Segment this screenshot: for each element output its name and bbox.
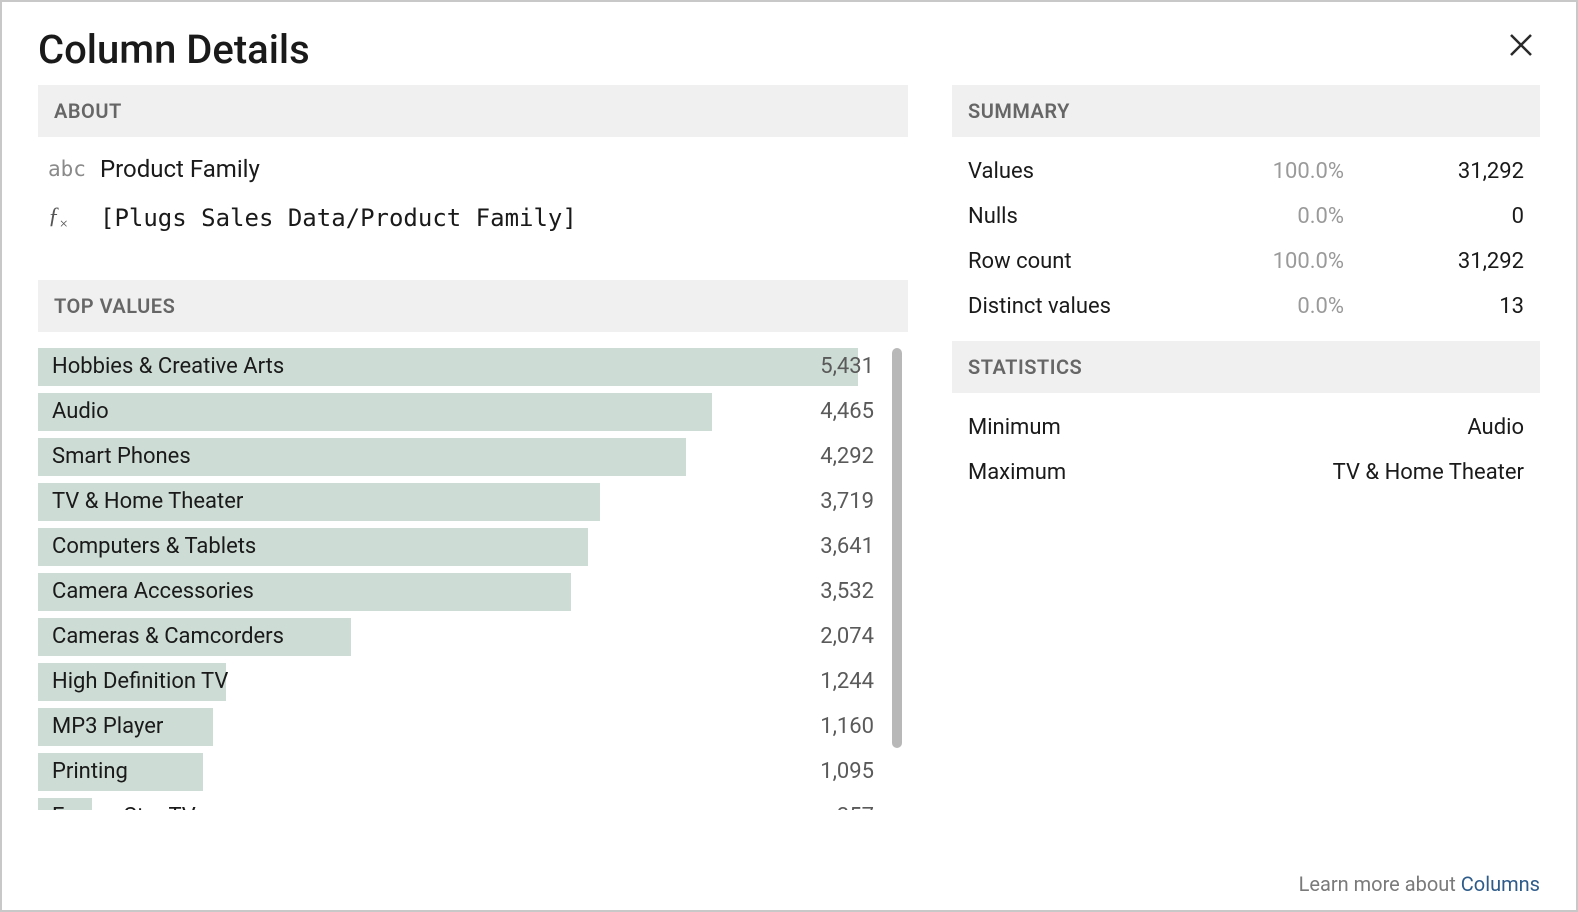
top-values-header: TOP VALUES (38, 280, 908, 332)
summary-percent: 0.0% (1264, 204, 1344, 229)
bar-label: TV & Home Theater (38, 489, 243, 514)
top-value-row[interactable]: Smart Phones 4,292 (38, 438, 908, 476)
top-value-row[interactable]: TV & Home Theater 3,719 (38, 483, 908, 521)
summary-value: 31,292 (1434, 249, 1524, 274)
bar-value: 1,095 (820, 759, 874, 784)
column-formula: [Plugs Sales Data/Product Family] (100, 204, 577, 232)
close-button[interactable] (1502, 26, 1540, 68)
close-icon (1506, 45, 1536, 64)
footer: Learn more about Columns (1299, 872, 1540, 896)
summary-label: Distinct values (968, 294, 1264, 319)
bar-label: Computers & Tablets (38, 534, 256, 559)
bar-value: 3,532 (820, 579, 874, 604)
statistics-header: STATISTICS (952, 341, 1540, 393)
bar-fill (38, 393, 712, 431)
summary-header: SUMMARY (952, 85, 1540, 137)
bar-value: 5,431 (820, 354, 874, 379)
bar-value: 1,160 (820, 714, 874, 739)
summary-percent: 100.0% (1264, 249, 1344, 274)
summary-label: Values (968, 159, 1264, 184)
bar-label: Camera Accessories (38, 579, 254, 604)
bar-value: 4,465 (820, 399, 874, 424)
top-value-row[interactable]: Audio 4,465 (38, 393, 908, 431)
bar-value: 1,244 (820, 669, 874, 694)
page-title: Column Details (38, 26, 310, 73)
bar-value: 2,074 (820, 624, 874, 649)
summary-row: Row count100.0% 31,292 (952, 239, 1540, 284)
bar-label: Energy Star TV (38, 804, 196, 810)
top-value-row[interactable]: Hobbies & Creative Arts 5,431 (38, 348, 908, 386)
stats-row: Maximum TV & Home Theater (952, 450, 1540, 495)
about-header: ABOUT (38, 85, 908, 137)
top-value-row[interactable]: MP3 Player 1,160 (38, 708, 908, 746)
footer-link-columns[interactable]: Columns (1461, 872, 1540, 896)
scrollbar-thumb[interactable] (892, 348, 902, 748)
column-type-icon: abc (48, 157, 88, 181)
summary-percent: 0.0% (1264, 294, 1344, 319)
stats-value: Audio (1467, 415, 1524, 440)
top-value-row[interactable]: Camera Accessories 3,532 (38, 573, 908, 611)
formula-icon: ƒ× (48, 203, 88, 234)
stats-label: Maximum (968, 460, 1066, 485)
bar-label: Audio (38, 399, 109, 424)
bar-label: Smart Phones (38, 444, 191, 469)
top-value-row[interactable]: Energy Star TV 357 (38, 798, 908, 810)
summary-value: 31,292 (1434, 159, 1524, 184)
summary-row: Nulls0.0% 0 (952, 194, 1540, 239)
stats-row: Minimum Audio (952, 405, 1540, 450)
top-value-row[interactable]: Computers & Tablets 3,641 (38, 528, 908, 566)
bar-label: MP3 Player (38, 714, 163, 739)
top-value-row[interactable]: Cameras & Camcorders 2,074 (38, 618, 908, 656)
summary-percent: 100.0% (1264, 159, 1344, 184)
bar-value: 3,641 (820, 534, 874, 559)
bar-label: Hobbies & Creative Arts (38, 354, 284, 379)
column-name: Product Family (100, 155, 260, 183)
bar-label: Cameras & Camcorders (38, 624, 284, 649)
summary-label: Row count (968, 249, 1264, 274)
bar-value: 4,292 (820, 444, 874, 469)
stats-label: Minimum (968, 415, 1061, 440)
scrollbar[interactable] (892, 348, 902, 748)
footer-prefix: Learn more about (1299, 872, 1461, 896)
summary-row: Values100.0% 31,292 (952, 149, 1540, 194)
bar-label: Printing (38, 759, 128, 784)
bar-label: High Definition TV (38, 669, 228, 694)
bar-value: 3,719 (820, 489, 874, 514)
stats-value: TV & Home Theater (1333, 460, 1524, 485)
summary-label: Nulls (968, 204, 1264, 229)
bar-value: 357 (837, 804, 874, 810)
top-value-row[interactable]: High Definition TV 1,244 (38, 663, 908, 701)
top-value-row[interactable]: Printing 1,095 (38, 753, 908, 791)
summary-value: 13 (1434, 294, 1524, 319)
summary-row: Distinct values0.0% 13 (952, 284, 1540, 329)
summary-value: 0 (1434, 204, 1524, 229)
